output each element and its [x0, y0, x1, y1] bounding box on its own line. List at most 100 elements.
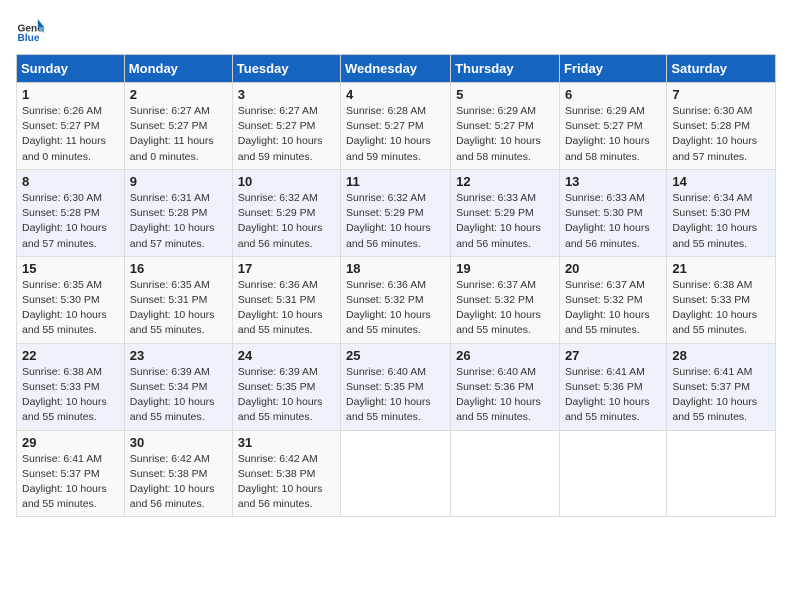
day-number: 24: [238, 348, 335, 363]
day-cell: 26Sunrise: 6:40 AMSunset: 5:36 PMDayligh…: [451, 343, 560, 430]
day-detail: Sunrise: 6:28 AMSunset: 5:27 PMDaylight:…: [346, 104, 445, 165]
day-cell: 9Sunrise: 6:31 AMSunset: 5:28 PMDaylight…: [124, 169, 232, 256]
day-cell: 24Sunrise: 6:39 AMSunset: 5:35 PMDayligh…: [232, 343, 340, 430]
day-number: 19: [456, 261, 554, 276]
day-number: 11: [346, 174, 445, 189]
day-cell: 19Sunrise: 6:37 AMSunset: 5:32 PMDayligh…: [451, 256, 560, 343]
day-detail: Sunrise: 6:36 AMSunset: 5:31 PMDaylight:…: [238, 278, 335, 339]
day-header-monday: Monday: [124, 55, 232, 83]
day-cell: 16 Sunrise: 6:35 AMSunset: 5:31 PMDayligh…: [124, 256, 232, 343]
day-number: 15: [22, 261, 119, 276]
day-header-sunday: Sunday: [17, 55, 125, 83]
day-detail: Sunrise: 6:30 AMSunset: 5:28 PMDaylight:…: [22, 191, 119, 252]
logo: General Blue: [16, 16, 44, 44]
day-detail: Sunrise: 6:27 AMSunset: 5:27 PMDaylight:…: [238, 104, 335, 165]
day-number: 5: [456, 87, 554, 102]
day-detail: Sunrise: 6:39 AMSunset: 5:34 PMDaylight:…: [130, 365, 227, 426]
day-cell: 7 Sunrise: 6:30 AMSunset: 5:28 PMDaylight…: [667, 83, 776, 170]
day-number: 3: [238, 87, 335, 102]
day-cell: 27 Sunrise: 6:41 AMSunset: 5:36 PMDayligh…: [559, 343, 666, 430]
day-detail: Sunrise: 6:41 AMSunset: 5:36 PMDaylight:…: [565, 365, 661, 426]
day-number: 30: [130, 435, 227, 450]
day-number: 18: [346, 261, 445, 276]
day-cell: 8 Sunrise: 6:30 AMSunset: 5:28 PMDaylight…: [17, 169, 125, 256]
day-number: 13: [565, 174, 661, 189]
logo-icon: General Blue: [16, 16, 44, 44]
day-number: 2: [130, 87, 227, 102]
day-header-tuesday: Tuesday: [232, 55, 340, 83]
day-number: 17: [238, 261, 335, 276]
day-cell: 14 Sunrise: 6:34 AMSunset: 5:30 PMDayligh…: [667, 169, 776, 256]
header-row: SundayMondayTuesdayWednesdayThursdayFrid…: [17, 55, 776, 83]
day-cell: 29 Sunrise: 6:41 AMSunset: 5:37 PMDayligh…: [17, 430, 125, 517]
day-cell: 1Sunrise: 6:26 AMSunset: 5:27 PMDaylight…: [17, 83, 125, 170]
day-detail: Sunrise: 6:33 AMSunset: 5:29 PMDaylight:…: [456, 191, 554, 252]
day-cell: 20Sunrise: 6:37 AMSunset: 5:32 PMDayligh…: [559, 256, 666, 343]
day-number: 8: [22, 174, 119, 189]
day-number: 25: [346, 348, 445, 363]
day-number: 6: [565, 87, 661, 102]
day-cell: [667, 430, 776, 517]
day-header-thursday: Thursday: [451, 55, 560, 83]
day-detail: Sunrise: 6:29 AMSunset: 5:27 PMDaylight:…: [456, 104, 554, 165]
week-row-3: 15 Sunrise: 6:35 AMSunset: 5:30 PMDayligh…: [17, 256, 776, 343]
day-number: 28: [672, 348, 770, 363]
day-detail: Sunrise: 6:35 AMSunset: 5:31 PMDaylight:…: [130, 278, 227, 339]
day-detail: Sunrise: 6:36 AMSunset: 5:32 PMDaylight:…: [346, 278, 445, 339]
day-detail: Sunrise: 6:32 AMSunset: 5:29 PMDaylight:…: [346, 191, 445, 252]
day-detail: Sunrise: 6:41 AMSunset: 5:37 PMDaylight:…: [672, 365, 770, 426]
week-row-1: 1Sunrise: 6:26 AMSunset: 5:27 PMDaylight…: [17, 83, 776, 170]
day-number: 29: [22, 435, 119, 450]
day-number: 7: [672, 87, 770, 102]
day-cell: 25 Sunrise: 6:40 AMSunset: 5:35 PMDayligh…: [341, 343, 451, 430]
day-detail: Sunrise: 6:38 AMSunset: 5:33 PMDaylight:…: [672, 278, 770, 339]
day-cell: 18 Sunrise: 6:36 AMSunset: 5:32 PMDayligh…: [341, 256, 451, 343]
day-cell: 31Sunrise: 6:42 AMSunset: 5:38 PMDayligh…: [232, 430, 340, 517]
day-detail: Sunrise: 6:42 AMSunset: 5:38 PMDaylight:…: [238, 452, 335, 513]
day-detail: Sunrise: 6:42 AMSunset: 5:38 PMDaylight:…: [130, 452, 227, 513]
day-number: 10: [238, 174, 335, 189]
day-number: 4: [346, 87, 445, 102]
day-number: 22: [22, 348, 119, 363]
svg-text:Blue: Blue: [18, 33, 40, 44]
day-number: 23: [130, 348, 227, 363]
day-detail: Sunrise: 6:35 AMSunset: 5:30 PMDaylight:…: [22, 278, 119, 339]
day-cell: 12Sunrise: 6:33 AMSunset: 5:29 PMDayligh…: [451, 169, 560, 256]
day-detail: Sunrise: 6:37 AMSunset: 5:32 PMDaylight:…: [565, 278, 661, 339]
day-cell: 23 Sunrise: 6:39 AMSunset: 5:34 PMDayligh…: [124, 343, 232, 430]
day-detail: Sunrise: 6:41 AMSunset: 5:37 PMDaylight:…: [22, 452, 119, 513]
day-detail: Sunrise: 6:40 AMSunset: 5:35 PMDaylight:…: [346, 365, 445, 426]
calendar-table: SundayMondayTuesdayWednesdayThursdayFrid…: [16, 54, 776, 517]
day-cell: 17 Sunrise: 6:36 AMSunset: 5:31 PMDayligh…: [232, 256, 340, 343]
day-cell: 22Sunrise: 6:38 AMSunset: 5:33 PMDayligh…: [17, 343, 125, 430]
day-cell: 2Sunrise: 6:27 AMSunset: 5:27 PMDaylight…: [124, 83, 232, 170]
day-cell: 30 Sunrise: 6:42 AMSunset: 5:38 PMDayligh…: [124, 430, 232, 517]
day-cell: 15 Sunrise: 6:35 AMSunset: 5:30 PMDayligh…: [17, 256, 125, 343]
day-number: 9: [130, 174, 227, 189]
day-cell: [451, 430, 560, 517]
day-number: 16: [130, 261, 227, 276]
day-number: 14: [672, 174, 770, 189]
day-cell: [559, 430, 666, 517]
day-number: 27: [565, 348, 661, 363]
day-header-saturday: Saturday: [667, 55, 776, 83]
day-cell: 10 Sunrise: 6:32 AMSunset: 5:29 PMDayligh…: [232, 169, 340, 256]
day-cell: 4 Sunrise: 6:28 AMSunset: 5:27 PMDaylight…: [341, 83, 451, 170]
day-detail: Sunrise: 6:30 AMSunset: 5:28 PMDaylight:…: [672, 104, 770, 165]
day-header-wednesday: Wednesday: [341, 55, 451, 83]
day-detail: Sunrise: 6:34 AMSunset: 5:30 PMDaylight:…: [672, 191, 770, 252]
day-number: 1: [22, 87, 119, 102]
day-header-friday: Friday: [559, 55, 666, 83]
day-number: 26: [456, 348, 554, 363]
week-row-5: 29 Sunrise: 6:41 AMSunset: 5:37 PMDayligh…: [17, 430, 776, 517]
day-number: 21: [672, 261, 770, 276]
day-cell: 5 Sunrise: 6:29 AMSunset: 5:27 PMDaylight…: [451, 83, 560, 170]
day-cell: [341, 430, 451, 517]
day-detail: Sunrise: 6:32 AMSunset: 5:29 PMDaylight:…: [238, 191, 335, 252]
day-detail: Sunrise: 6:33 AMSunset: 5:30 PMDaylight:…: [565, 191, 661, 252]
day-cell: 6 Sunrise: 6:29 AMSunset: 5:27 PMDaylight…: [559, 83, 666, 170]
week-row-4: 22Sunrise: 6:38 AMSunset: 5:33 PMDayligh…: [17, 343, 776, 430]
day-detail: Sunrise: 6:29 AMSunset: 5:27 PMDaylight:…: [565, 104, 661, 165]
day-cell: 13 Sunrise: 6:33 AMSunset: 5:30 PMDayligh…: [559, 169, 666, 256]
day-cell: 28 Sunrise: 6:41 AMSunset: 5:37 PMDayligh…: [667, 343, 776, 430]
